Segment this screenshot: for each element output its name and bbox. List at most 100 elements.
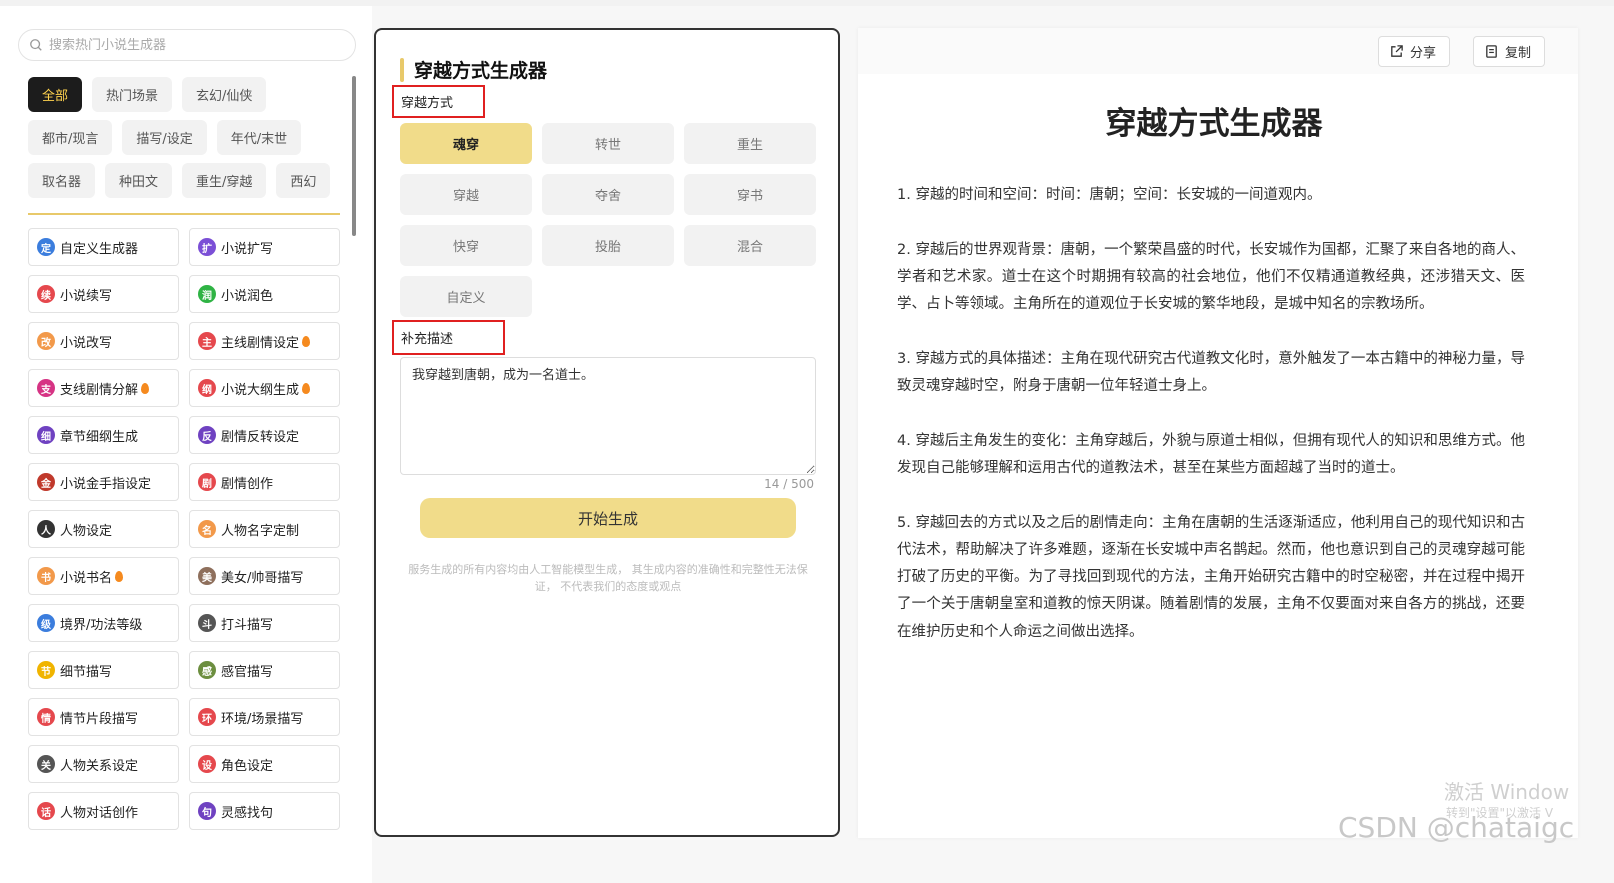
tool-item[interactable]: 句灵感找句	[189, 792, 340, 830]
tool-item[interactable]: 定自定义生成器	[28, 228, 179, 266]
tool-item[interactable]: 话人物对话创作	[28, 792, 179, 830]
fire-icon	[302, 335, 311, 347]
share-button[interactable]: 分享	[1378, 36, 1451, 67]
tag-hot-scenes[interactable]: 热门场景	[92, 77, 173, 112]
tool-item[interactable]: 关人物关系设定	[28, 745, 179, 783]
disclaimer-text: 服务生成的所有内容均由人工智能模型生成， 其生成内容的准确性和完整性无法保证， …	[408, 563, 808, 594]
share-icon	[1391, 45, 1403, 57]
tag-western-fantasy[interactable]: 西幻	[276, 163, 331, 198]
search-icon	[30, 39, 42, 51]
generator-title-text: 穿越方式生成器	[414, 60, 548, 82]
tool-item[interactable]: 节细节描写	[28, 651, 179, 689]
left-scrollbar[interactable]	[352, 76, 356, 236]
tool-item[interactable]: 名人物名字定制	[189, 510, 340, 548]
tool-label: 打斗描写	[221, 617, 274, 633]
method-option[interactable]: 重生	[684, 123, 816, 164]
fire-icon	[115, 570, 124, 582]
method-option[interactable]: 穿越	[400, 174, 532, 215]
tool-item[interactable]: 美美女/帅哥描写	[189, 557, 340, 595]
tool-item[interactable]: 人人物设定	[28, 510, 179, 548]
tool-item[interactable]: 书小说书名	[28, 557, 179, 595]
tool-item[interactable]: 剧剧情创作	[189, 463, 340, 501]
tag-rebirth[interactable]: 重生/穿越	[182, 163, 267, 198]
tool-icon: 感	[198, 661, 216, 679]
tool-icon: 扩	[198, 238, 216, 256]
method-option[interactable]: 投胎	[542, 225, 674, 266]
copy-button[interactable]: 复制	[1473, 36, 1546, 67]
tool-item[interactable]: 金小说金手指设定	[28, 463, 179, 501]
description-textarea[interactable]: 我穿越到唐朝，成为一名道士。	[400, 357, 816, 475]
tag-urban[interactable]: 都市/现言	[28, 120, 113, 155]
tag-xuanhuan[interactable]: 玄幻/仙侠	[182, 77, 267, 112]
tag-era[interactable]: 年代/末世	[216, 120, 302, 155]
tool-item[interactable]: 纲小说大纲生成	[189, 369, 340, 407]
method-option[interactable]: 快穿	[400, 225, 532, 266]
tool-item[interactable]: 支支线剧情分解	[28, 369, 179, 407]
method-label: 穿越方式	[392, 85, 485, 118]
tool-item[interactable]: 反剧情反转设定	[189, 416, 340, 454]
tool-icon: 主	[198, 332, 216, 350]
tool-label: 主线剧情设定	[221, 335, 300, 351]
tool-label: 人物关系设定	[60, 758, 139, 774]
tool-label: 人物对话创作	[60, 805, 139, 821]
tool-icon: 改	[37, 332, 55, 350]
tool-label: 人物设定	[60, 523, 113, 539]
generate-button[interactable]: 开始生成	[420, 498, 796, 538]
method-option[interactable]: 穿书	[684, 174, 816, 215]
tool-icon: 关	[37, 755, 55, 773]
category-divider	[28, 213, 340, 215]
tool-item[interactable]: 情情节片段描写	[28, 698, 179, 736]
tool-label: 剧情反转设定	[221, 429, 300, 445]
tool-icon: 支	[37, 379, 55, 397]
share-label: 分享	[1410, 46, 1437, 61]
activation-watermark: 激活 Window	[1444, 780, 1570, 804]
tool-label: 小说扩写	[221, 241, 274, 257]
title-accent-bar	[400, 57, 404, 82]
method-option[interactable]: 转世	[542, 123, 674, 164]
tool-label: 角色设定	[221, 758, 274, 774]
tool-label: 小说续写	[60, 288, 113, 304]
tool-item[interactable]: 感感官描写	[189, 651, 340, 689]
tag-description[interactable]: 描写/设定	[122, 120, 207, 155]
tool-label: 小说金手指设定	[60, 476, 152, 492]
tool-label: 美女/帅哥描写	[221, 570, 304, 586]
tool-icon: 定	[37, 238, 55, 256]
tool-grid: 定自定义生成器扩小说扩写续小说续写润小说润色改小说改写主主线剧情设定支支线剧情分…	[28, 228, 343, 830]
method-option[interactable]: 混合	[684, 225, 816, 266]
tool-icon: 续	[37, 285, 55, 303]
tool-item[interactable]: 主主线剧情设定	[189, 322, 340, 360]
search-box[interactable]	[18, 29, 356, 61]
tool-label: 章节细纲生成	[60, 429, 139, 445]
tool-label: 细节描写	[60, 664, 113, 680]
tool-item[interactable]: 斗打斗描写	[189, 604, 340, 642]
tag-all[interactable]: 全部	[28, 77, 83, 112]
tool-icon: 情	[37, 708, 55, 726]
method-option[interactable]: 魂穿	[400, 123, 532, 164]
tool-item[interactable]: 级境界/功法等级	[28, 604, 179, 642]
desc-label-text: 补充描述	[401, 332, 454, 347]
tool-item[interactable]: 环环境/场景描写	[189, 698, 340, 736]
csdn-watermark: CSDN @chataigc	[1338, 811, 1575, 844]
result-toolbar: 分享 复制	[858, 28, 1578, 74]
result-body: 1. 穿越的时间和空间：时间：唐朝；空间：长安城的一间道观内。 2. 穿越后的世界…	[897, 182, 1525, 673]
tool-item[interactable]: 扩小说扩写	[189, 228, 340, 266]
method-option[interactable]: 自定义	[400, 276, 532, 317]
tool-item[interactable]: 设角色设定	[189, 745, 340, 783]
search-input[interactable]	[49, 37, 339, 53]
tool-label: 小说改写	[60, 335, 113, 351]
tool-item[interactable]: 改小说改写	[28, 322, 179, 360]
tool-icon: 级	[37, 614, 55, 632]
tool-label: 人物名字定制	[221, 523, 300, 539]
tool-icon: 斗	[198, 614, 216, 632]
tag-farming[interactable]: 种田文	[105, 163, 173, 198]
tool-item[interactable]: 细章节细纲生成	[28, 416, 179, 454]
tool-item[interactable]: 续小说续写	[28, 275, 179, 313]
tag-naming[interactable]: 取名器	[28, 163, 96, 198]
method-option[interactable]: 夺舍	[542, 174, 674, 215]
copy-label: 复制	[1505, 46, 1532, 61]
tool-label: 小说书名	[60, 570, 113, 586]
tool-item[interactable]: 润小说润色	[189, 275, 340, 313]
tool-icon: 美	[198, 567, 216, 585]
tool-icon: 设	[198, 755, 216, 773]
tool-icon: 书	[37, 567, 55, 585]
